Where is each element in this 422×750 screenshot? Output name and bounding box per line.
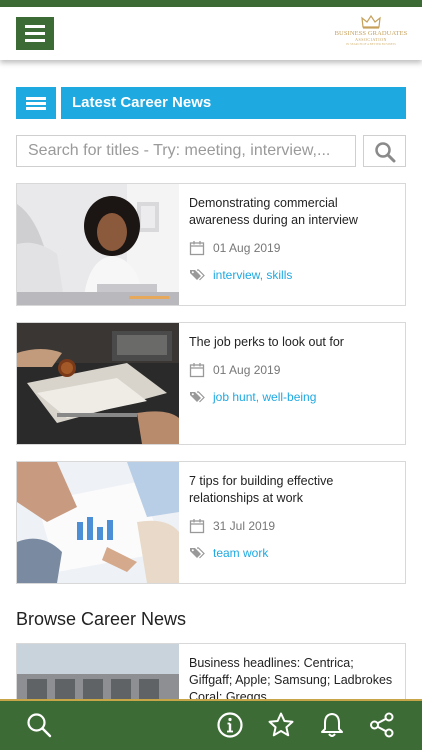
search-icon	[375, 142, 396, 163]
info-icon[interactable]	[216, 711, 244, 739]
article-tags[interactable]: job hunt, well-being	[213, 390, 316, 404]
calendar-icon	[189, 363, 205, 378]
top-stripe	[0, 0, 422, 7]
tags-icon	[190, 391, 205, 403]
team-hands-on-charts-photo	[17, 462, 179, 583]
browse-section-title: Browse Career News	[16, 609, 187, 629]
section-header: Latest Career News	[16, 87, 406, 119]
bottom-nav	[0, 699, 422, 750]
article-tags[interactable]: interview, skills	[213, 268, 292, 282]
share-icon[interactable]	[368, 711, 396, 739]
article-title[interactable]: The job perks to look out for	[189, 334, 399, 351]
list-icon[interactable]	[16, 87, 56, 119]
article-date: 01 Aug 2019	[213, 241, 281, 255]
menu-button[interactable]	[16, 17, 54, 50]
tags-icon	[190, 547, 205, 559]
bell-icon[interactable]	[318, 711, 346, 739]
article-date: 01 Aug 2019	[213, 363, 281, 377]
article-card[interactable]: Demonstrating commercial awareness durin…	[16, 183, 406, 306]
article-title[interactable]: 7 tips for building effective relationsh…	[189, 473, 399, 507]
app-header: BUSINESS GRADUATES ASSOCIATION IN SEARCH…	[0, 7, 422, 60]
hamburger-icon	[25, 25, 45, 28]
woman-smiling-in-meeting-photo	[17, 184, 179, 305]
search-input[interactable]	[16, 135, 356, 167]
star-icon[interactable]	[267, 711, 295, 739]
calendar-icon	[189, 519, 205, 534]
calendar-icon	[189, 241, 205, 256]
article-card[interactable]: 7 tips for building effective relationsh…	[16, 461, 406, 584]
article-tags[interactable]: team work	[213, 546, 268, 560]
article-card[interactable]: The job perks to look out for 01 Aug 201…	[16, 322, 406, 445]
search-button[interactable]	[363, 135, 406, 167]
logo-line1: BUSINESS GRADUATES	[334, 30, 408, 37]
crown-icon	[361, 15, 381, 29]
logo-line3: IN SEARCH OF A BETTER BUSINESS	[346, 42, 396, 46]
tags-icon	[190, 269, 205, 281]
desk-with-documents-photo	[17, 323, 179, 444]
section-title: Latest Career News	[61, 87, 406, 119]
search-icon[interactable]	[25, 711, 53, 739]
article-title[interactable]: Demonstrating commercial awareness durin…	[189, 195, 399, 229]
article-date: 31 Jul 2019	[213, 519, 276, 533]
logo[interactable]: BUSINESS GRADUATES ASSOCIATION IN SEARCH…	[332, 15, 410, 55]
